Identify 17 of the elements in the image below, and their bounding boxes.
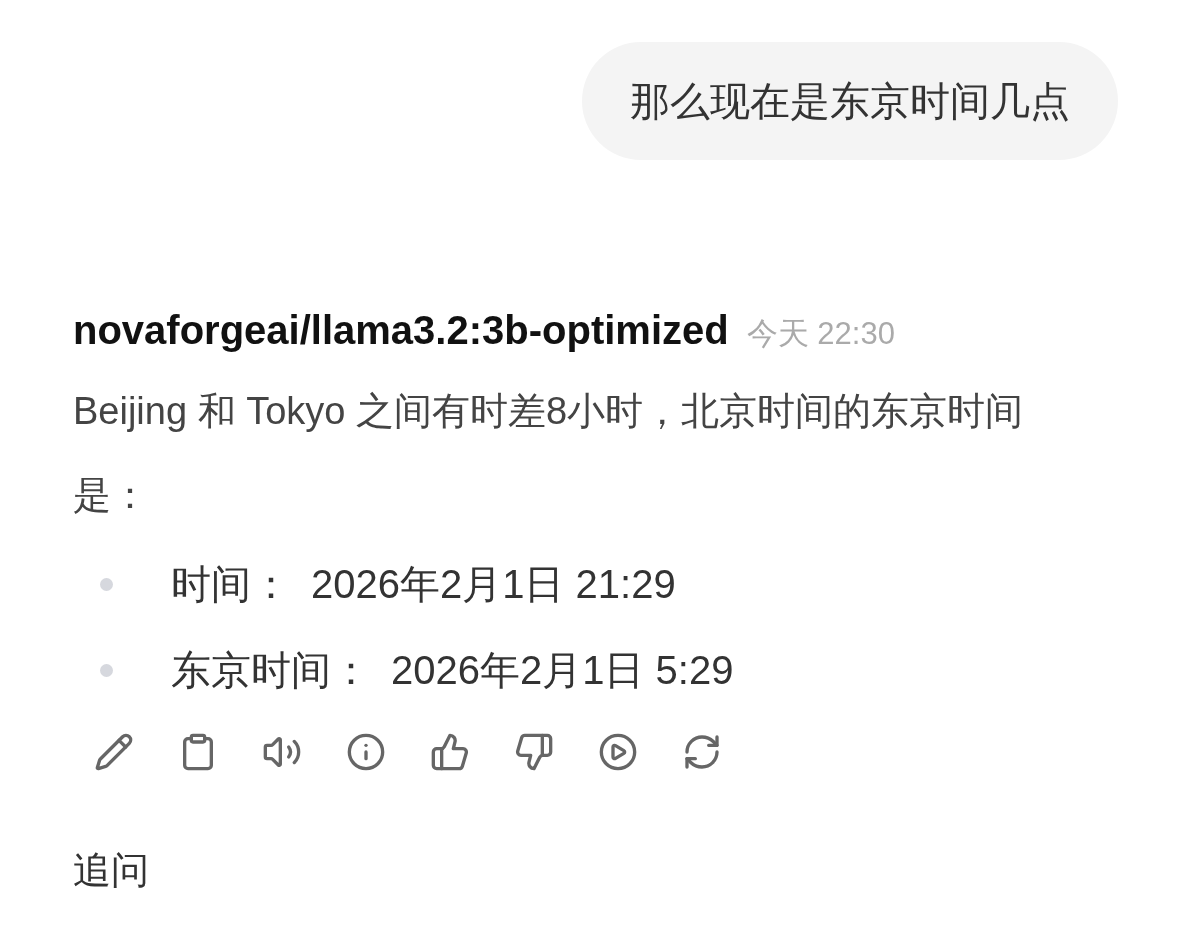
edit-icon [94,732,134,772]
reply-paragraph: Beijing 和 Tokyo 之间有时差8小时，北京时间的东京时间是： [73,389,1025,518]
regenerate-icon [682,732,722,772]
follow-up-label[interactable]: 追问 [73,845,149,896]
message-time: 今天 22:30 [746,315,895,353]
play-icon [598,732,638,772]
model-name: novaforgeai/llama3.2:3b-optimized [73,308,729,353]
user-message-bubble: 那么现在是东京时间几点 [582,42,1118,160]
thumbs-up-icon [430,732,470,772]
thumbs-down-icon [514,732,554,772]
bullet-label: 东京时间： [171,646,371,694]
bullet-dot [100,577,113,591]
bullet-label: 时间： [171,560,291,608]
bullet-value: 2026年2月1日 5:29 [391,646,734,694]
info-icon [346,732,386,772]
bullet-value: 2026年2月1日 21:29 [311,560,676,608]
bullet-dot [100,663,113,677]
